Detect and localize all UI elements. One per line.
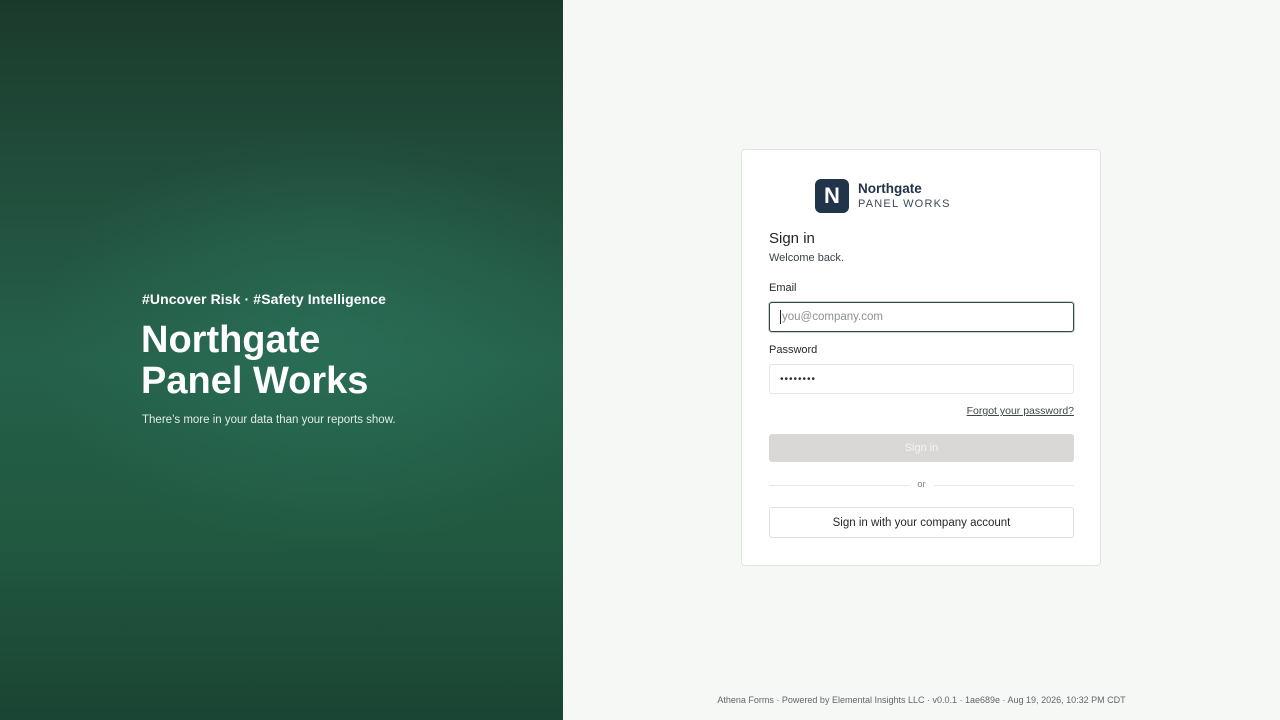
brand-mark-icon: N — [815, 179, 849, 213]
welcome-text: Welcome back. — [769, 252, 844, 264]
signin-card: N Northgate PANEL WORKS Sign in Welcome … — [741, 149, 1101, 566]
or-divider: or — [769, 479, 1074, 490]
footer-text: Athena Forms · Powered by Elemental Insi… — [717, 695, 1126, 705]
sso-signin-button[interactable]: Sign in with your company account — [769, 507, 1074, 538]
password-field[interactable]: •••••••• — [769, 364, 1074, 394]
divider-line-right — [934, 485, 1074, 486]
hero-subtitle: There’s more in your data than your repo… — [142, 414, 396, 426]
hero-panel: #Uncover Risk · #Safety Intelligence Nor… — [0, 0, 563, 720]
password-value: •••••••• — [780, 373, 817, 385]
hero-title-line1: Northgate — [141, 319, 321, 361]
brand-tagline: PANEL WORKS — [858, 198, 951, 210]
hero-title-line2: Panel Works — [141, 360, 369, 402]
forgot-password-link[interactable]: Forgot your password? — [967, 405, 1074, 417]
hero-title: Northgate Panel Works — [141, 320, 368, 402]
signin-heading: Sign in — [769, 230, 815, 247]
password-label: Password — [769, 344, 818, 356]
brand-logo: N Northgate PANEL WORKS — [815, 179, 951, 213]
text-caret — [780, 310, 781, 324]
signin-button[interactable]: Sign in — [769, 434, 1074, 462]
brand-name: Northgate — [858, 181, 922, 196]
hero-tagline: #Uncover Risk · #Safety Intelligence — [142, 291, 387, 307]
brand-text: Northgate PANEL WORKS — [858, 181, 951, 211]
email-placeholder: you@company.com — [782, 311, 883, 323]
email-label: Email — [769, 282, 797, 294]
email-field[interactable]: you@company.com — [769, 302, 1074, 332]
